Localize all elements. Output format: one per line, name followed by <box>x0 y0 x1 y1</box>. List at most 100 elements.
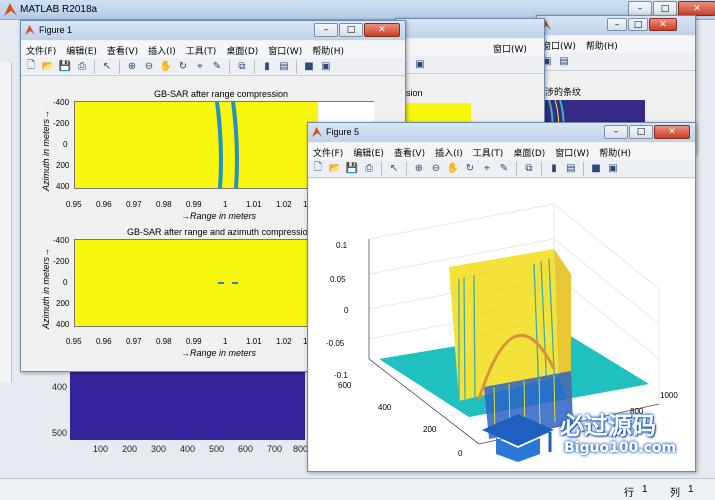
open-file-icon[interactable]: 📂 <box>41 60 55 74</box>
close-button[interactable]: ✕ <box>649 18 677 31</box>
rotate-3d-icon[interactable]: ↻ <box>463 162 477 176</box>
ytick: 200 <box>423 425 437 434</box>
status-col-value: 1 <box>688 484 694 495</box>
xtick: 0.98 <box>156 337 172 346</box>
bg-xtick: 400 <box>180 444 196 454</box>
axes-2-xlabel: →Range in meters <box>181 348 257 358</box>
axes-1-title: GB-SAR after range compression <box>154 89 289 99</box>
menu-tools[interactable]: 工具(T) <box>181 41 222 58</box>
hide-plot-tools-icon[interactable]: ■ <box>302 60 316 74</box>
menu-window[interactable]: 窗口(W) <box>550 143 594 160</box>
maximize-button[interactable]: □ <box>628 18 648 31</box>
xtick: 1 <box>223 337 228 346</box>
figure-title: Figure 1 <box>39 25 73 35</box>
matlab-logo-icon <box>4 3 17 16</box>
side-panel <box>0 62 12 382</box>
axes-1-ylabel: Azimuth in meters→ <box>41 109 51 191</box>
menu-help[interactable]: 帮助(H) <box>594 143 636 160</box>
minimize-button[interactable]: – <box>604 125 628 139</box>
ytick: 600 <box>338 381 352 390</box>
ytick: 400 <box>56 182 70 191</box>
save-icon[interactable]: 💾 <box>58 60 72 74</box>
insert-legend-icon[interactable]: ▤ <box>557 55 571 69</box>
print-icon[interactable]: ⎙ <box>75 60 89 74</box>
minimize-button[interactable]: – <box>607 18 627 31</box>
menu-view[interactable]: 查看(V) <box>102 41 143 58</box>
show-plot-tools-icon[interactable]: ▣ <box>606 162 620 176</box>
figure-menubar: 窗口(W) <box>396 39 544 56</box>
xtick: 0.97 <box>126 337 142 346</box>
xtick: 1 <box>223 200 228 209</box>
data-cursor-icon[interactable]: ⌖ <box>193 60 207 74</box>
pan-icon[interactable]: ✋ <box>159 60 173 74</box>
figure-window-middle[interactable]: 窗口(W) ▣ sion <box>395 18 545 133</box>
zoom-out-icon[interactable]: ⊖ <box>429 162 443 176</box>
zoom-in-icon[interactable]: ⊕ <box>412 162 426 176</box>
status-row-value: 1 <box>642 484 648 495</box>
main-window-title: MATLAB R2018a <box>20 4 98 15</box>
brush-icon[interactable]: ✎ <box>497 162 511 176</box>
rotate-3d-icon[interactable]: ↻ <box>176 60 190 74</box>
ytick: 0 <box>63 140 68 149</box>
minimize-button[interactable]: – <box>314 23 338 37</box>
menu-help[interactable]: 帮助(H) <box>307 41 349 58</box>
menu-insert[interactable]: 插入(I) <box>143 41 181 58</box>
bg-xtick: 300 <box>151 444 167 454</box>
range-compressed-lines <box>215 102 239 188</box>
edit-plot-icon[interactable]: ↖ <box>100 60 114 74</box>
status-bar: 行 1 列 1 <box>0 478 715 500</box>
close-button[interactable]: ✕ <box>654 125 690 139</box>
insert-legend-icon[interactable]: ▤ <box>564 162 578 176</box>
save-icon[interactable]: 💾 <box>345 162 359 176</box>
print-icon[interactable]: ⎙ <box>362 162 376 176</box>
figure-toolbar: 🗋 📂 💾 ⎙ ↖ ⊕ ⊖ ✋ ↻ ⌖ ✎ ⧉ ▮ ▤ ■ ▣ <box>308 160 695 178</box>
menu-window[interactable]: 窗口(W) <box>263 41 307 58</box>
zoom-in-icon[interactable]: ⊕ <box>125 60 139 74</box>
menu-window[interactable]: 窗口(W) <box>488 39 532 56</box>
figure-titlebar <box>396 19 544 38</box>
ztick: -0.05 <box>326 339 345 348</box>
insert-colorbar-icon[interactable]: ▮ <box>260 60 274 74</box>
menu-edit[interactable]: 编辑(E) <box>61 41 102 58</box>
menu-view[interactable]: 查看(V) <box>389 143 430 160</box>
maximize-button[interactable]: □ <box>339 23 363 37</box>
axes-title: 涉的条纹 <box>545 87 582 97</box>
menu-desktop[interactable]: 桌面(D) <box>508 143 550 160</box>
maximize-button[interactable]: □ <box>653 1 677 16</box>
insert-legend-icon[interactable]: ▤ <box>277 60 291 74</box>
target-point <box>232 282 238 284</box>
minimize-button[interactable]: – <box>628 1 652 16</box>
new-figure-icon[interactable]: 🗋 <box>311 162 325 176</box>
edit-plot-icon[interactable]: ↖ <box>387 162 401 176</box>
link-plot-icon[interactable]: ⧉ <box>522 162 536 176</box>
menu-file[interactable]: 文件(F) <box>308 143 348 160</box>
close-button[interactable]: ✕ <box>364 23 400 37</box>
menu-tools[interactable]: 工具(T) <box>468 143 509 160</box>
data-cursor-icon[interactable]: ⌖ <box>480 162 494 176</box>
menu-desktop[interactable]: 桌面(D) <box>221 41 263 58</box>
pan-icon[interactable]: ✋ <box>446 162 460 176</box>
figure-menubar: 文件(F) 编辑(E) 查看(V) 插入(I) 工具(T) 桌面(D) 窗口(W… <box>308 143 695 160</box>
maximize-button[interactable]: □ <box>629 125 653 139</box>
menu-file[interactable]: 文件(F) <box>21 41 61 58</box>
insert-colorbar-icon[interactable]: ▣ <box>413 58 427 72</box>
open-file-icon[interactable]: 📂 <box>328 162 342 176</box>
close-button[interactable]: ✕ <box>678 1 715 16</box>
zoom-out-icon[interactable]: ⊖ <box>142 60 156 74</box>
ytick: -200 <box>53 257 70 266</box>
watermark-url-text: Biguo100.com <box>564 440 677 456</box>
menu-edit[interactable]: 编辑(E) <box>348 143 389 160</box>
new-figure-icon[interactable]: 🗋 <box>24 60 38 74</box>
figure-title: Figure 5 <box>326 127 360 137</box>
insert-colorbar-icon[interactable]: ▮ <box>547 162 561 176</box>
hide-plot-tools-icon[interactable]: ■ <box>589 162 603 176</box>
xtick: 1.01 <box>246 200 262 209</box>
link-plot-icon[interactable]: ⧉ <box>235 60 249 74</box>
menu-insert[interactable]: 插入(I) <box>430 143 468 160</box>
menu-help[interactable]: 帮助(H) <box>581 36 623 53</box>
brush-icon[interactable]: ✎ <box>210 60 224 74</box>
axes-2-title: GB-SAR after range and azimuth compressi… <box>127 227 308 237</box>
bg-ytick: 500 <box>52 428 68 438</box>
show-plot-tools-icon[interactable]: ▣ <box>319 60 333 74</box>
figure-titlebar: Figure 1 – □ ✕ <box>21 21 405 40</box>
